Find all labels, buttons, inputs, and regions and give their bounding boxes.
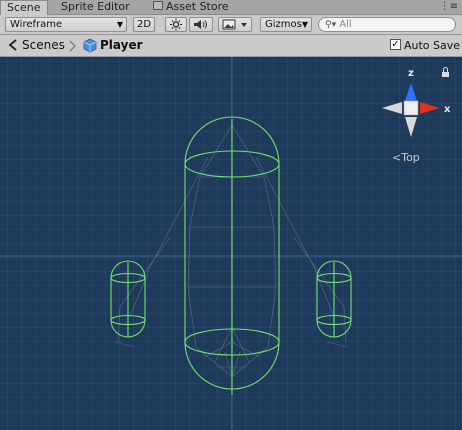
prefab-icon	[83, 38, 97, 53]
view-label-text: Top	[401, 151, 420, 164]
back-arrow-icon[interactable]	[7, 39, 19, 51]
tab-sprite-editor[interactable]: Sprite Editor	[55, 0, 136, 14]
scene-viewport[interactable]: z x <Top	[0, 57, 462, 430]
menu-icon[interactable]: ⋮≡	[440, 1, 458, 12]
tab-scene-label: Scene	[7, 1, 41, 14]
effects-dropdown[interactable]	[218, 17, 252, 32]
search-placeholder: All	[339, 19, 352, 30]
auto-save-label: Auto Save	[404, 39, 461, 52]
gizmo-center-cube[interactable]	[403, 100, 419, 116]
perspective-toggle-icon: <	[392, 151, 402, 164]
lock-icon	[153, 1, 163, 10]
view-projection-label[interactable]: <Top	[392, 151, 420, 164]
auto-save-checkbox[interactable]: ✓	[390, 39, 401, 50]
scene-canvas[interactable]: z x	[0, 57, 462, 430]
breadcrumb: Scenes Player ✓ Auto Save	[0, 35, 462, 57]
tab-sprite-editor-label: Sprite Editor	[61, 0, 130, 13]
render-mode-dropdown[interactable]: Wireframe ▼	[5, 17, 127, 32]
mode-2d-button[interactable]: 2D	[133, 17, 155, 32]
chevron-down-icon: ▼	[301, 20, 308, 29]
gizmos-label: Gizmos	[265, 19, 302, 30]
sun-icon	[170, 18, 182, 31]
scene-toolbar: Wireframe ▼ 2D Gizmos ▼ ⚲▾ All	[0, 15, 462, 35]
tab-asset-store-label: Asset Store	[166, 0, 229, 13]
lighting-toggle[interactable]	[165, 17, 187, 32]
gizmos-dropdown[interactable]: Gizmos ▼	[260, 17, 312, 32]
chevron-right-icon	[69, 40, 76, 52]
chevron-down-icon: ▼	[116, 20, 123, 29]
gizmo-x-label: x	[444, 104, 451, 115]
breadcrumb-scenes[interactable]: Scenes	[22, 38, 65, 53]
gizmo-z-label: z	[408, 68, 414, 79]
breadcrumb-prefab[interactable]: Player	[100, 38, 143, 53]
image-icon	[222, 19, 247, 30]
tab-asset-store[interactable]: Asset Store	[147, 0, 235, 14]
speaker-icon	[194, 20, 207, 29]
search-icon: ⚲▾	[325, 20, 337, 30]
search-input[interactable]: ⚲▾ All	[318, 17, 456, 32]
audio-toggle[interactable]	[189, 17, 213, 32]
tab-scene[interactable]: Scene	[0, 0, 48, 15]
tab-bar: Scene Sprite Editor Asset Store ⋮≡	[0, 0, 462, 15]
render-mode-value: Wireframe	[10, 19, 63, 30]
mode-2d-label: 2D	[136, 19, 152, 30]
